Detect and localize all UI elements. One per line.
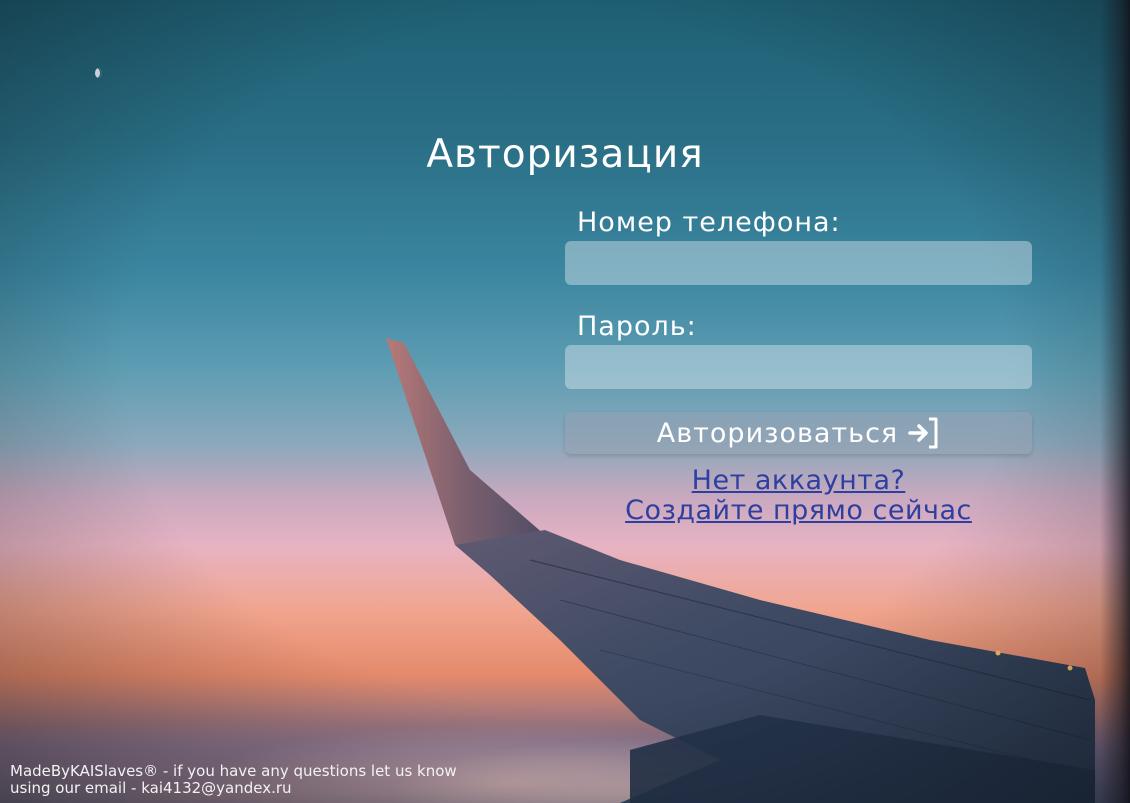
phone-input[interactable] — [565, 241, 1032, 285]
login-icon — [908, 416, 940, 450]
footer-line-1: MadeByKAISlaves® - if you have any quest… — [10, 762, 457, 780]
page-title: Авторизация — [426, 132, 704, 178]
login-button[interactable]: Авторизоваться — [565, 412, 1032, 454]
register-prompt: Нет аккаунта? Создайте прямо сейчас — [565, 466, 1032, 526]
phone-label: Номер телефона: — [577, 207, 841, 238]
password-input[interactable] — [565, 345, 1032, 389]
footer: MadeByKAISlaves® - if you have any quest… — [10, 763, 457, 797]
footer-line-2: using our email - kai4132@yandex.ru — [10, 779, 292, 797]
login-form: Номер телефона: Пароль: Авторизоваться Н… — [565, 205, 1032, 526]
window-frame-edge — [1100, 0, 1130, 803]
register-link[interactable]: Создайте прямо сейчас — [565, 496, 1032, 526]
login-button-label: Авторизоваться — [656, 417, 899, 449]
register-link-question[interactable]: Нет аккаунта? — [565, 466, 1032, 496]
password-label: Пароль: — [577, 311, 697, 342]
